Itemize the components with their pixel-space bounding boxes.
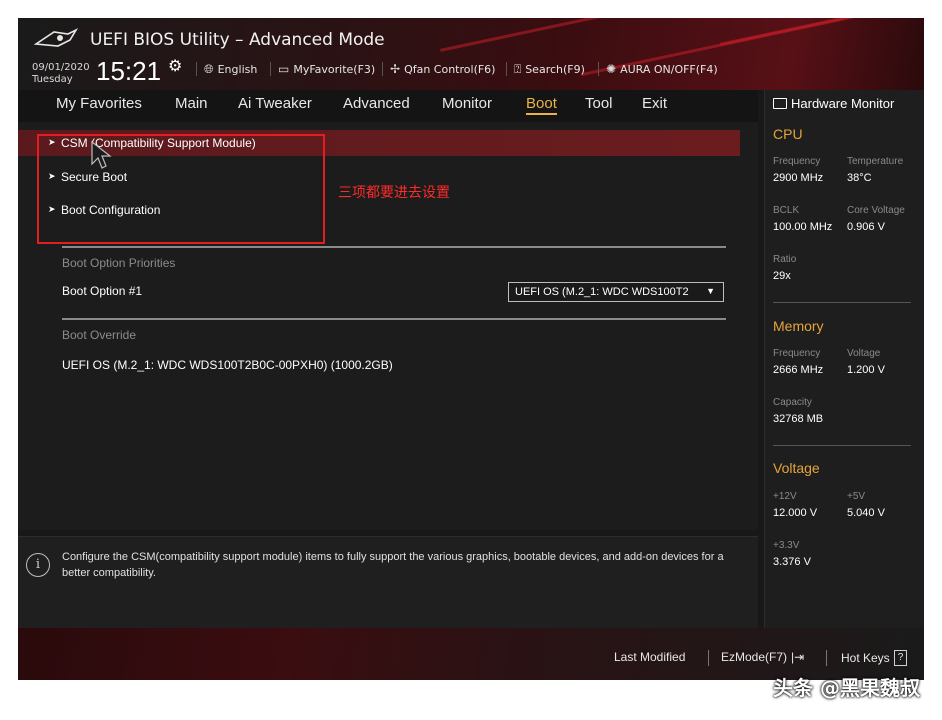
clock-time: 15:21 [96, 56, 162, 86]
voltage-3v3-label: +3.3V [773, 540, 800, 551]
help-key-icon: ? [893, 650, 908, 666]
memory-voltage-label: Voltage [847, 348, 881, 359]
annotation-text: 三项都要进去设置 [338, 185, 450, 201]
header-decor-stripe [440, 18, 656, 52]
cpu-core-voltage-value: 0.906 V [847, 221, 885, 233]
section-divider [62, 318, 726, 320]
hot-keys-button[interactable]: Hot Keys ? [841, 650, 908, 666]
favorite-folder-icon: ▭ [278, 62, 290, 76]
search-box-icon: ⍰ [514, 62, 522, 76]
memory-voltage-value: 1.200 V [847, 364, 885, 376]
hw-divider [773, 445, 911, 446]
language-button[interactable]: 🌐︎ English [204, 62, 257, 77]
bios-screen: UEFI BIOS Utility – Advanced Mode 09/01/… [18, 18, 924, 680]
help-panel: i Configure the CSM(compatibility suppor… [18, 536, 758, 628]
memory-frequency-value: 2666 MHz [773, 364, 824, 376]
voltage-3v3-value: 3.376 V [773, 556, 811, 568]
boot-override-label: Boot Override [62, 328, 137, 342]
tab-boot[interactable]: Boot [526, 95, 557, 115]
cpu-temperature-value: 38°C [847, 172, 872, 184]
search-label: Search(F9) [525, 63, 585, 76]
ezmode-button[interactable]: EzMode(F7) |⇥ [721, 650, 804, 664]
tab-tool[interactable]: Tool [585, 95, 613, 112]
hardware-monitor-panel: Hardware Monitor CPU Frequency Temperatu… [764, 90, 924, 628]
cpu-bclk-label: BCLK [773, 205, 800, 216]
aura-toggle-button[interactable]: ✺ AURA ON/OFF(F4) [606, 62, 718, 76]
monitor-icon [773, 98, 787, 109]
fan-icon: ✢ [390, 62, 401, 76]
header-separator [382, 62, 383, 76]
myfavorite-button[interactable]: ▭ MyFavorite(F3) [278, 62, 375, 76]
help-text: Configure the CSM(compatibility support … [62, 551, 724, 579]
main-nav: My Favorites Main Ai Tweaker Advanced Mo… [18, 90, 758, 122]
last-modified-label: Last Modified [614, 650, 686, 664]
memory-capacity-value: 32768 MB [773, 413, 824, 425]
header-separator [270, 62, 271, 76]
boot-override-item[interactable]: UEFI OS (M.2_1: WDC WDS100T2B0C-00PXH0) … [62, 358, 393, 372]
voltage-5v-value: 5.040 V [847, 507, 885, 519]
cpu-ratio-label: Ratio [773, 254, 797, 265]
myfavorite-label: MyFavorite(F3) [293, 62, 376, 76]
watermark-text: 头条 @黑果魏叔 [773, 676, 920, 700]
qfan-control-button[interactable]: ✢ Qfan Control(F6) [390, 62, 495, 76]
gear-icon[interactable]: ⚙ [168, 56, 182, 75]
ezmode-label: EzMode(F7) [721, 650, 788, 664]
header-bar: UEFI BIOS Utility – Advanced Mode 09/01/… [18, 18, 924, 90]
footer-separator [708, 650, 709, 666]
search-button[interactable]: ⍰ Search(F9) [514, 62, 585, 77]
footer-separator [826, 650, 827, 666]
voltage-12v-value: 12.000 V [773, 507, 818, 519]
tab-ai-tweaker[interactable]: Ai Tweaker [238, 95, 312, 112]
aura-icon: ✺ [606, 62, 617, 76]
section-divider [62, 246, 726, 248]
app-title: UEFI BIOS Utility – Advanced Mode [90, 30, 385, 50]
header-decor-stripe [719, 18, 917, 46]
hardware-monitor-label: Hardware Monitor [791, 96, 895, 111]
voltage-5v-label: +5V [847, 491, 866, 502]
boot-option-priorities-label: Boot Option Priorities [62, 256, 176, 270]
boot-option-1-value: UEFI OS (M.2_1: WDC WDS100T2 [515, 286, 689, 298]
tab-exit[interactable]: Exit [642, 95, 667, 112]
hardware-monitor-title: Hardware Monitor [773, 96, 894, 111]
cpu-frequency-value: 2900 MHz [773, 172, 824, 184]
tab-advanced[interactable]: Advanced [343, 95, 410, 112]
annotation-highlight-box [37, 134, 325, 244]
header-separator [506, 62, 507, 76]
weekday-text: Tuesday [32, 74, 73, 85]
boot-option-1-select[interactable]: UEFI OS (M.2_1: WDC WDS100T2 ▼ [508, 282, 724, 302]
rog-logo-icon [34, 28, 78, 47]
cpu-ratio-value: 29x [773, 270, 791, 282]
date-display: 09/01/2020 Tuesday [32, 62, 90, 86]
voltage-12v-label: +12V [773, 491, 797, 502]
tab-monitor[interactable]: Monitor [442, 95, 492, 112]
tab-my-favorites[interactable]: My Favorites [56, 95, 142, 112]
cpu-temperature-label: Temperature [847, 156, 904, 167]
exit-arrow-icon: |⇥ [791, 650, 805, 664]
cpu-heading: CPU [773, 126, 803, 142]
language-label: English [217, 63, 258, 76]
tab-main[interactable]: Main [175, 95, 208, 112]
cpu-frequency-label: Frequency [773, 156, 821, 167]
memory-capacity-label: Capacity [773, 397, 812, 408]
dropdown-caret-icon: ▼ [706, 286, 715, 296]
mouse-cursor-icon [91, 140, 112, 169]
header-separator [196, 62, 197, 76]
hw-divider [773, 302, 911, 303]
date-text: 09/01/2020 [32, 62, 90, 73]
cpu-core-voltage-label: Core Voltage [847, 205, 905, 216]
boot-option-1-label: Boot Option #1 [62, 284, 143, 298]
memory-heading: Memory [773, 318, 824, 334]
voltage-heading: Voltage [773, 460, 820, 476]
cpu-bclk-value: 100.00 MHz [773, 221, 833, 233]
boot-settings-panel: ➤ CSM (Compatibility Support Module) ➤ S… [18, 122, 758, 530]
hot-keys-label: Hot Keys [841, 651, 890, 665]
last-modified-button[interactable]: Last Modified [614, 650, 685, 664]
info-icon: i [26, 553, 50, 577]
aura-label: AURA ON/OFF(F4) [620, 62, 718, 76]
header-separator [598, 62, 599, 76]
qfan-control-label: Qfan Control(F6) [404, 62, 496, 76]
memory-frequency-label: Frequency [773, 348, 821, 359]
globe-icon: 🌐︎ [204, 62, 214, 76]
